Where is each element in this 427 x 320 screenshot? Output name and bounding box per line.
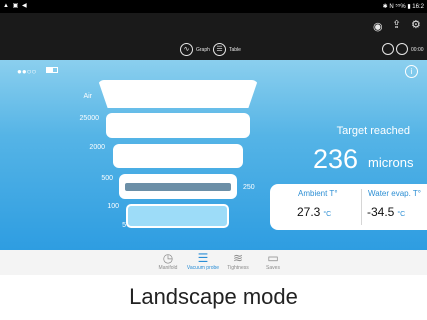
gauge-label-100: 100 (107, 203, 119, 210)
gauge-tier-500 (119, 174, 237, 199)
ambient-unit: °C (323, 211, 332, 218)
nav-tightness[interactable]: ≋ Tightness (218, 251, 258, 272)
battery-icon (46, 67, 58, 73)
gauge-icon: ◷ (162, 251, 174, 265)
caption: Landscape mode (129, 284, 298, 309)
ambient-reading: 27.3 °C (297, 205, 331, 219)
app-bar: ◉ ⇪ ⚙ (0, 13, 427, 40)
water-evap-label: Water evap. T° (368, 189, 421, 198)
nav-tightness-label: Tightness (227, 265, 249, 271)
ambient-label: Ambient T° (298, 189, 338, 198)
camera-icon[interactable]: ◉ (373, 20, 383, 33)
gauge-tier-100 (126, 204, 229, 228)
table-label[interactable]: Table (229, 47, 241, 53)
gauge-marker-value: 250 (243, 184, 255, 191)
nav-manifold[interactable]: ◷ Manifold (148, 251, 188, 272)
timer: 00:00 (411, 47, 424, 53)
nav-saves-label: Saves (266, 265, 280, 271)
gauge-label-5: 5 (122, 222, 126, 229)
card-divider (361, 189, 362, 225)
status-icons-left: ▲ ▣ ◀ (3, 3, 28, 9)
tightness-icon: ≋ (232, 251, 244, 265)
graph-icon[interactable]: ∿ (180, 43, 193, 56)
gauge-label-2000: 2000 (89, 144, 105, 151)
nav-vacuum-probe[interactable]: ☰ Vacuum probe (183, 251, 223, 272)
mode-bar: ∿ Graph ☰ Table 00:00 (0, 40, 427, 60)
reading-unit: microns (368, 155, 414, 170)
gauge-tier-2000 (113, 144, 243, 168)
saves-icon: ▭ (267, 251, 279, 265)
vacuum-probe-icon: ☰ (197, 251, 209, 265)
status-icons-right: ✱ N ⁵⁵% ▮ 16:2 (382, 4, 424, 10)
temperature-card: Ambient T° 27.3 °C Water evap. T° -34.5 °C (270, 184, 427, 230)
water-evap-value: -34.5 (367, 205, 395, 219)
stop-icon[interactable] (396, 43, 408, 55)
gauge-label-500: 500 (101, 175, 113, 182)
gauge-label-air: Air (83, 93, 92, 100)
nav-manifold-label: Manifold (158, 265, 178, 271)
nav-vacuum-probe-label: Vacuum probe (186, 265, 220, 271)
reading-value: 236 (313, 144, 359, 174)
water-evap-unit: °C (397, 211, 406, 218)
gauge-tier-25000 (106, 113, 250, 138)
gauge-label-25000: 25000 (79, 115, 99, 122)
water-evap-reading: -34.5 °C (367, 205, 405, 219)
info-icon[interactable]: i (405, 65, 418, 78)
status-message: Target reached (336, 125, 410, 137)
nav-saves[interactable]: ▭ Saves (253, 251, 293, 272)
bottom-nav: ◷ Manifold ☰ Vacuum probe ≋ Tightness ▭ … (0, 250, 427, 275)
ambient-value: 27.3 (297, 205, 321, 219)
pager-dots-icon: ●●○○ (17, 67, 37, 76)
settings-gear-icon[interactable]: ⚙ (411, 18, 421, 31)
gauge-level-marker (125, 183, 231, 191)
gauge-tier-air (98, 80, 258, 108)
graph-label[interactable]: Graph (196, 47, 210, 53)
table-icon[interactable]: ☰ (213, 43, 226, 56)
share-icon[interactable]: ⇪ (392, 18, 401, 31)
status-bar: ▲ ▣ ◀ ✱ N ⁵⁵% ▮ 16:2 (0, 0, 427, 13)
record-icon[interactable] (382, 43, 394, 55)
